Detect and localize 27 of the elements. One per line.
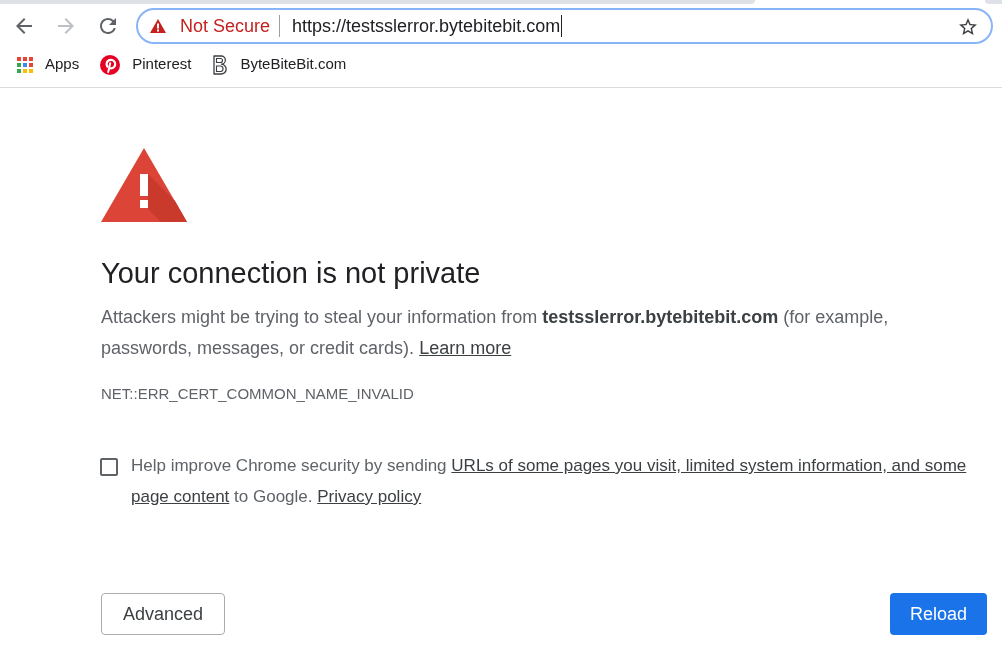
- advanced-button[interactable]: Advanced: [101, 593, 226, 635]
- warning-icon: [101, 148, 187, 222]
- bookmark-item[interactable]: Apps: [17, 53, 80, 76]
- bookmark-item[interactable]: ByteBiteBit.com: [212, 53, 347, 76]
- text-link[interactable]: page content: [131, 487, 230, 506]
- text-cursor-icon: [561, 15, 563, 37]
- warning-icon: [150, 19, 166, 33]
- page-heading: Your connection is not private: [101, 256, 482, 290]
- text-link[interactable]: Privacy policy: [317, 487, 422, 506]
- star-icon[interactable]: [959, 17, 977, 35]
- security-chip[interactable]: Not Secure: [150, 15, 271, 37]
- logo-icon: [100, 54, 121, 75]
- error-code: NET::ERR_CERT_COMMON_NAME_INVALID: [101, 384, 415, 404]
- warning-message: Attackers might be trying to steal your information from testsslerror.bytebitebit.com (for example, passwords, messages, or credit cards). Learn more: [101, 306, 890, 360]
- opt-in-text: Help improve Chrome security by sending URLs of some pages you visit, limited system information, and some page content to Google. Privacy policy: [131, 455, 968, 508]
- learn-more-link[interactable]: Learn more: [419, 338, 512, 358]
- logo-icon: [212, 54, 229, 75]
- address-bar[interactable]: Not Secure https://testsslerror.bytebitebit.com: [136, 8, 993, 44]
- text-link[interactable]: URLs of some pages you visit, limited system information, and some: [451, 456, 967, 475]
- circular-arrow-icon[interactable]: [100, 18, 116, 34]
- tab-strip: [985, 0, 1002, 4]
- back-arrow-icon[interactable]: [16, 18, 32, 34]
- reload-button[interactable]: Reload: [889, 593, 987, 635]
- url-text: https://testsslerror.bytebitebit.com: [292, 15, 561, 37]
- checkbox[interactable]: [100, 458, 118, 476]
- grid-icon: [17, 56, 33, 73]
- bookmark-item[interactable]: Pinterest: [100, 53, 192, 76]
